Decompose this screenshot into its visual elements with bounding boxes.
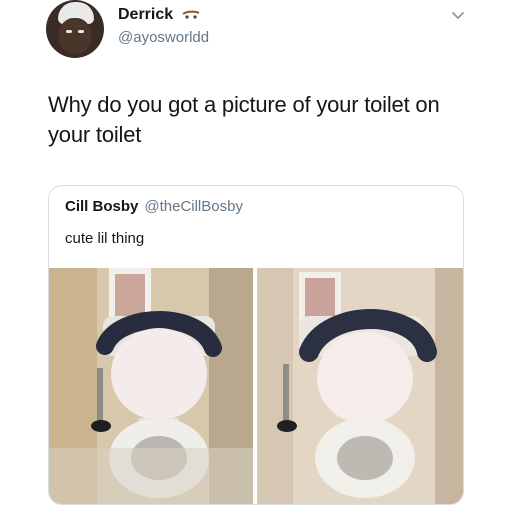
quoted-tweet-text: cute lil thing	[65, 230, 145, 247]
avatar[interactable]	[46, 0, 104, 58]
avatar-eye	[78, 30, 84, 33]
chevron-down-icon[interactable]	[450, 7, 466, 23]
skateboard-icon	[181, 7, 201, 23]
tweet-text: Why do you got a picture of your toilet …	[48, 92, 440, 147]
name-row: Derrick	[118, 6, 201, 24]
avatar-face	[59, 18, 91, 54]
quoted-display-name[interactable]: Cill Bosby	[65, 198, 138, 215]
toilet-photo-left[interactable]	[49, 268, 253, 504]
handle[interactable]: @ayosworldd	[118, 29, 209, 46]
display-name[interactable]: Derrick	[118, 6, 173, 24]
quoted-handle[interactable]: @theCillBosby	[144, 198, 243, 215]
toilet-photo-right[interactable]	[257, 268, 463, 504]
quoted-tweet-header: Cill Bosby @theCillBosby	[65, 198, 243, 215]
avatar-eye	[66, 30, 72, 33]
photo-grid	[49, 268, 463, 504]
tweet-header: Derrick @ayosworldd	[45, 0, 475, 60]
quoted-tweet[interactable]: Cill Bosby @theCillBosby cute lil thing	[48, 185, 464, 505]
